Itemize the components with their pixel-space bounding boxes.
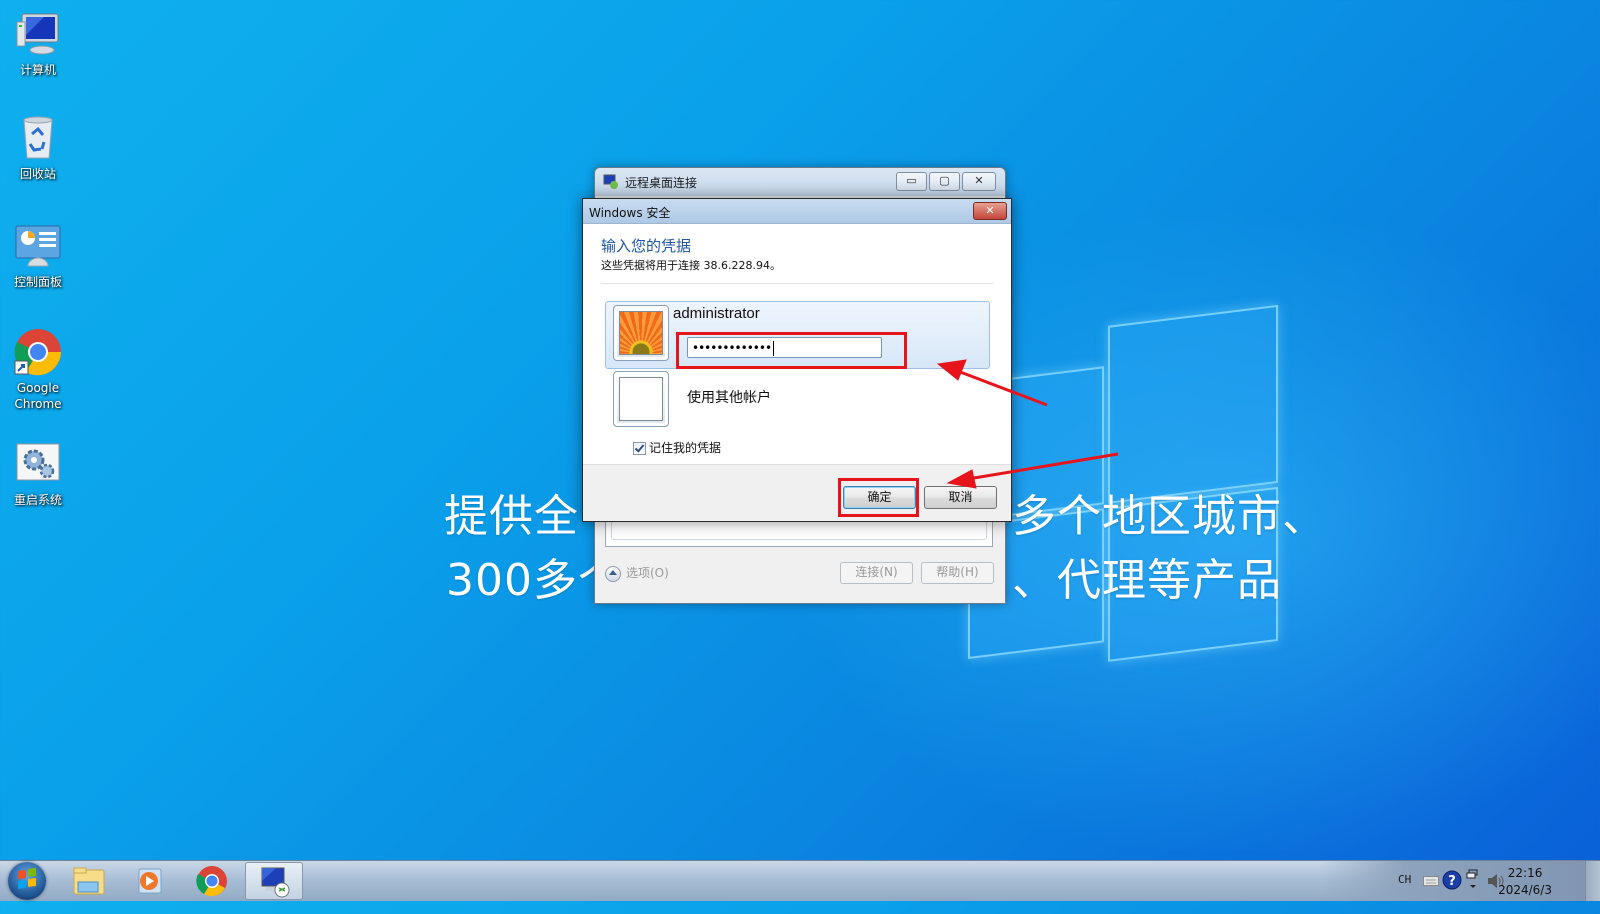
- chevron-up-icon: [605, 565, 621, 582]
- desktop-icon-label: Chrome: [14, 397, 62, 411]
- security-title-bar[interactable]: Windows 安全 ✕: [583, 199, 1011, 224]
- credentials-heading: 输入您的凭据: [601, 237, 692, 255]
- folder-icon: [73, 867, 105, 895]
- divider: [601, 283, 993, 284]
- rdp-title-bar[interactable]: 远程桌面连接 ▭ ▢ ✕: [595, 168, 1005, 196]
- checkbox-checked-icon: [633, 442, 646, 455]
- desktop-icon-label: 重启系统: [13, 493, 62, 507]
- rdp-window-title: 远程桌面连接: [625, 176, 698, 190]
- maximize-button[interactable]: ▢: [929, 172, 960, 191]
- credentials-subtitle: 这些凭据将用于连接 38.6.228.94。: [601, 259, 781, 272]
- help-button[interactable]: 帮助(H): [921, 562, 994, 584]
- desktop-icon-label: 计算机: [19, 63, 56, 77]
- wallpaper-text-line1-right: 多个地区城市、: [1012, 491, 1327, 542]
- highlight-password-box: [676, 332, 907, 369]
- options-label: 选项(O): [626, 566, 669, 580]
- remote-desktop-icon: [603, 174, 619, 190]
- connect-button[interactable]: 连接(N): [840, 562, 913, 584]
- close-button[interactable]: ✕: [962, 172, 996, 191]
- taskbar-google-chrome[interactable]: [183, 862, 241, 900]
- chrome-icon: [14, 328, 62, 376]
- remember-credentials-checkbox[interactable]: 记住我的凭据: [633, 439, 721, 456]
- highlight-ok-box: [838, 478, 919, 517]
- wallpaper-text-line1-left: 提供全: [444, 491, 579, 542]
- close-button[interactable]: ✕: [973, 202, 1007, 220]
- use-other-account[interactable]: 使用其他帐户: [687, 387, 771, 407]
- cancel-button[interactable]: 取消: [924, 486, 997, 509]
- desktop-icon-google-chrome[interactable]: Google Chrome: [0, 328, 76, 412]
- help-icon[interactable]: ?: [1442, 870, 1462, 910]
- start-button[interactable]: [8, 862, 46, 900]
- options-toggle[interactable]: 选项(O): [605, 564, 669, 582]
- network-icon[interactable]: [1466, 869, 1480, 909]
- desktop-icon-label: 回收站: [19, 167, 56, 181]
- windows-logo-icon: [18, 868, 36, 889]
- desktop-icon-restart-system[interactable]: 重启系统: [0, 440, 76, 508]
- taskbar: CH ? 22:16 2024/6/3: [0, 860, 1600, 901]
- avatar: [613, 305, 669, 361]
- taskbar-media-player[interactable]: [121, 862, 179, 900]
- taskbar-remote-desktop[interactable]: [245, 862, 303, 900]
- desktop-icon-label: 控制面板: [13, 275, 62, 289]
- blank-user-icon: [619, 377, 663, 421]
- clock[interactable]: 22:16 2024/6/3: [1498, 865, 1552, 899]
- svg-text:?: ?: [1448, 874, 1456, 889]
- desktop-icon-label: Google: [16, 381, 60, 395]
- gears-icon: [14, 440, 62, 488]
- wallpaper-text-line2-right: 、代理等产品: [1012, 555, 1282, 606]
- username-label: administrator: [673, 305, 760, 322]
- control-panel-icon: [14, 222, 62, 270]
- desktop-icon-recycle-bin[interactable]: 回收站: [0, 114, 76, 182]
- chrome-icon: [196, 866, 227, 897]
- keyboard-icon[interactable]: [1423, 874, 1439, 914]
- taskbar-file-explorer[interactable]: [60, 862, 118, 900]
- minimize-button[interactable]: ▭: [896, 172, 927, 191]
- computer-icon: [14, 10, 62, 58]
- language-indicator[interactable]: CH: [1398, 873, 1411, 913]
- security-dialog-title: Windows 安全: [589, 206, 671, 220]
- show-desktop-button[interactable]: [1585, 861, 1600, 901]
- remember-label: 记住我的凭据: [649, 441, 722, 455]
- desktop-icon-computer[interactable]: 计算机: [0, 10, 76, 78]
- clock-date: 2024/6/3: [1498, 883, 1552, 897]
- recycle-bin-icon: [14, 114, 62, 162]
- desktop-icon-control-panel[interactable]: 控制面板: [0, 222, 76, 290]
- media-player-icon: [138, 868, 162, 894]
- other-account-avatar[interactable]: [613, 371, 669, 427]
- clock-time: 22:16: [1507, 866, 1543, 880]
- flower-avatar-icon: [619, 311, 663, 355]
- remote-desktop-icon: [261, 867, 290, 898]
